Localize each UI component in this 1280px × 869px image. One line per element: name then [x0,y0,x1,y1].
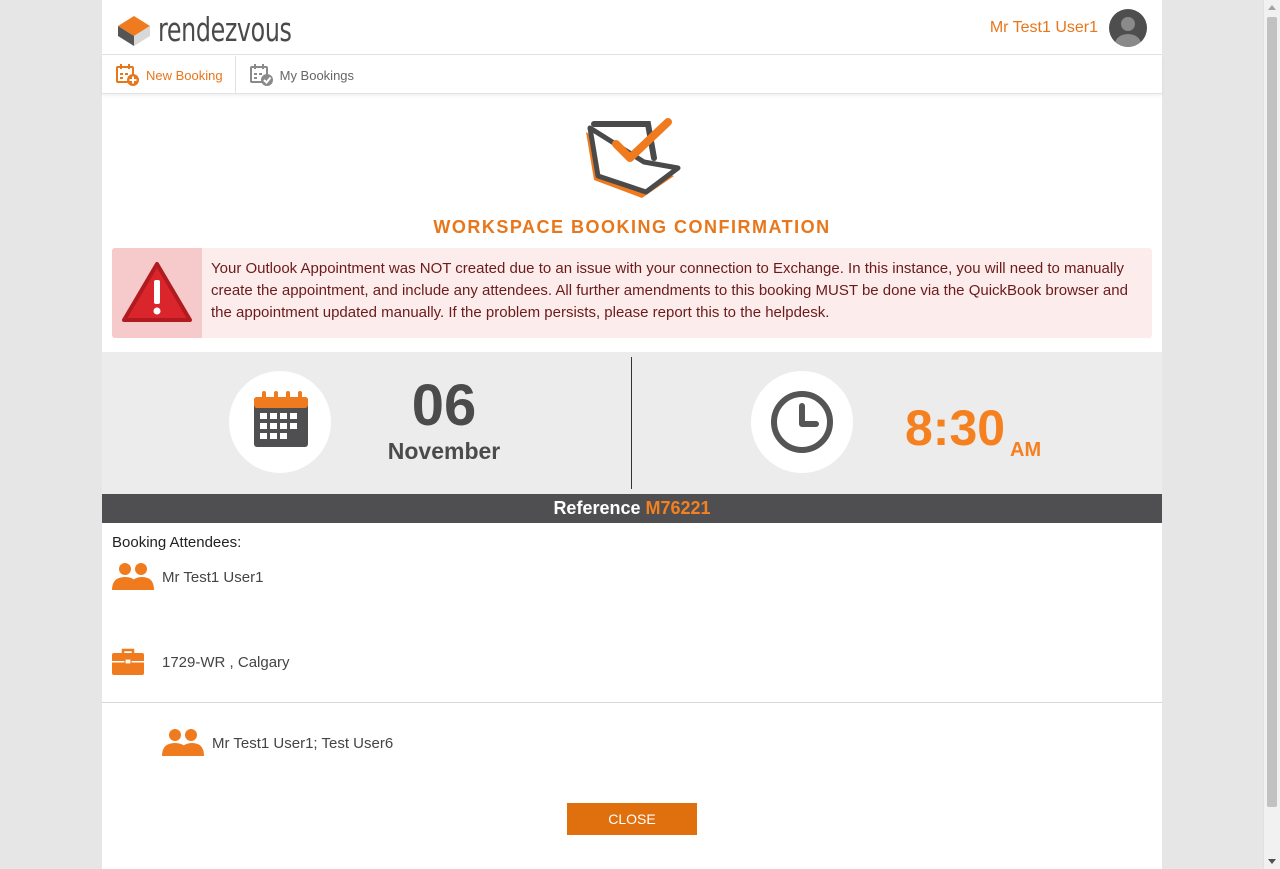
attendees-row: Mr Test1 User1; Test User6 [162,728,393,758]
booking-app: rendezvous Mr Test1 User1 New Booking My… [102,0,1162,869]
organizer-name: Mr Test1 User1 [162,568,264,586]
tab-my-bookings[interactable]: My Bookings [236,56,366,94]
tab-new-booking[interactable]: New Booking [102,56,236,94]
location-text: 1729-WR , Calgary [162,653,290,671]
calendar-add-icon [116,64,139,86]
calendar-check-icon [249,64,273,86]
scroll-down-arrow-icon[interactable] [1268,859,1276,864]
reference-label: Reference [553,498,641,518]
confirmation-title: WORKSPACE BOOKING CONFIRMATION [433,217,831,237]
calendar-circle [229,371,331,473]
exchange-error-alert: Your Outlook Appointment was NOT created… [112,248,1152,338]
clock-circle [751,371,853,473]
cube-logo-icon [118,16,150,46]
scroll-up-arrow-icon[interactable] [1268,5,1276,10]
attendees-label: Booking Attendees: [112,534,242,551]
tab-new-booking-label: New Booking [146,67,223,83]
booking-day: 06 [411,373,477,438]
people-icon [162,729,204,756]
close-button[interactable]: CLOSE [567,803,697,835]
logo[interactable]: rendezvous [116,11,343,47]
logo-text: rendezvous [158,9,292,49]
booking-month: November [387,438,501,464]
calendar-icon [254,391,308,447]
booking-confirmed-icon [586,118,681,198]
avatar[interactable] [1109,9,1147,47]
clock-icon [771,391,833,453]
attendees-list: Mr Test1 User1; Test User6 [212,734,394,752]
people-icon [112,563,154,590]
alert-message: Your Outlook Appointment was NOT created… [211,260,1128,321]
main-nav: New Booking My Bookings [102,56,1162,94]
scrollbar-thumb[interactable] [1267,17,1277,807]
location-row: 1729-WR , Calgary [112,648,290,676]
user-avatar-icon [1115,17,1141,47]
organizer-row: Mr Test1 User1 [112,562,263,592]
reference-bar: Reference M76221 [102,494,1162,523]
booking-datetime: 06 November 8:30 AM [102,352,1162,494]
page-scrollbar[interactable] [1263,0,1280,869]
booking-time: 8:30 [905,400,1006,456]
warning-icon [122,262,192,322]
tab-my-bookings-label: My Bookings [279,67,355,83]
section-separator [102,702,1162,703]
datetime-divider [631,357,632,489]
app-header: rendezvous Mr Test1 User1 [102,0,1162,55]
briefcase-icon [112,648,144,675]
booking-ampm: AM [1010,439,1042,461]
user-name[interactable]: Mr Test1 User1 [990,19,1098,37]
reference-value: M76221 [645,498,711,518]
alert-icon-box [112,248,202,338]
